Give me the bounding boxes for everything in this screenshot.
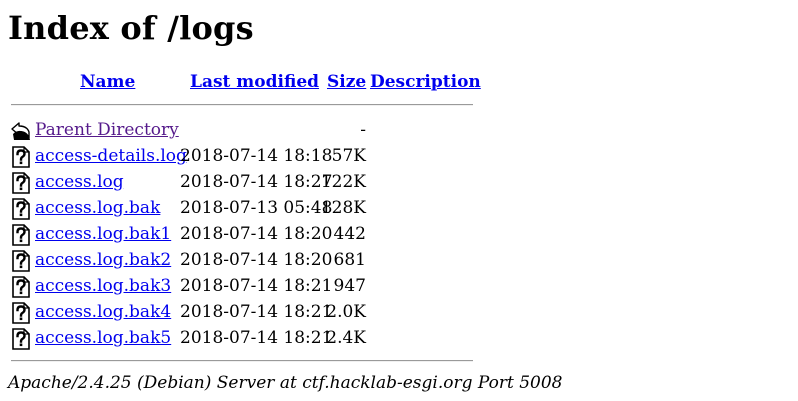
file-row: access.log.bak3 2018-07-14 18:21 947 <box>0 273 798 299</box>
file-link[interactable]: access.log <box>35 169 124 195</box>
file-link[interactable]: access.log.bak1 <box>35 221 171 247</box>
file-row: access.log 2018-07-14 18:27 122K <box>0 169 798 195</box>
page-title: Index of /logs <box>8 9 254 47</box>
sort-by-name-link[interactable]: Name <box>80 72 135 92</box>
size-cell: 442 <box>333 224 366 244</box>
file-link[interactable]: access.log.bak <box>35 195 160 221</box>
column-header-size: Size <box>327 70 366 94</box>
unknown-file-icon <box>11 198 31 220</box>
unknown-file-icon <box>11 250 31 272</box>
unknown-file-icon <box>11 302 31 324</box>
unknown-file-icon <box>11 172 31 194</box>
unknown-file-icon <box>11 146 31 168</box>
back-icon <box>11 120 31 142</box>
size-cell: 2.0K <box>326 302 366 322</box>
file-row: access-details.log 2018-07-14 18:18 57K <box>0 143 798 169</box>
size-cell: 2.4K <box>326 328 366 348</box>
size-cell: 57K <box>331 146 366 166</box>
file-link[interactable]: access.log.bak3 <box>35 273 171 299</box>
size-cell: 128K <box>320 198 366 218</box>
file-row: access.log.bak1 2018-07-14 18:20 442 <box>0 221 798 247</box>
server-signature: Apache/2.4.25 (Debian) Server at ctf.hac… <box>8 373 563 393</box>
sort-by-last-modified-link[interactable]: Last modified <box>190 72 319 92</box>
size-cell: 947 <box>333 276 366 296</box>
size-cell: - <box>360 120 366 140</box>
size-cell: 122K <box>320 172 366 192</box>
column-header-name: Name <box>80 70 135 94</box>
header-divider <box>11 104 473 106</box>
file-row: access.log.bak 2018-07-13 05:48 128K <box>0 195 798 221</box>
file-link[interactable]: access.log.bak4 <box>35 299 171 325</box>
file-row: access.log.bak4 2018-07-14 18:21 2.0K <box>0 299 798 325</box>
size-cell: 681 <box>333 250 366 270</box>
parent-directory-link[interactable]: Parent Directory <box>35 117 179 143</box>
parent-directory-row: Parent Directory - <box>0 117 798 143</box>
sort-by-size-link[interactable]: Size <box>327 72 366 92</box>
unknown-file-icon <box>11 276 31 298</box>
column-header-last-modified: Last modified <box>190 70 319 94</box>
sort-by-description-link[interactable]: Description <box>370 72 481 92</box>
column-header-description: Description <box>370 70 481 94</box>
file-link[interactable]: access-details.log <box>35 143 187 169</box>
unknown-file-icon <box>11 224 31 246</box>
footer-divider <box>11 360 473 362</box>
file-link[interactable]: access.log.bak5 <box>35 325 171 351</box>
unknown-file-icon <box>11 328 31 350</box>
file-row: access.log.bak5 2018-07-14 18:21 2.4K <box>0 325 798 351</box>
file-row: access.log.bak2 2018-07-14 18:20 681 <box>0 247 798 273</box>
file-link[interactable]: access.log.bak2 <box>35 247 171 273</box>
